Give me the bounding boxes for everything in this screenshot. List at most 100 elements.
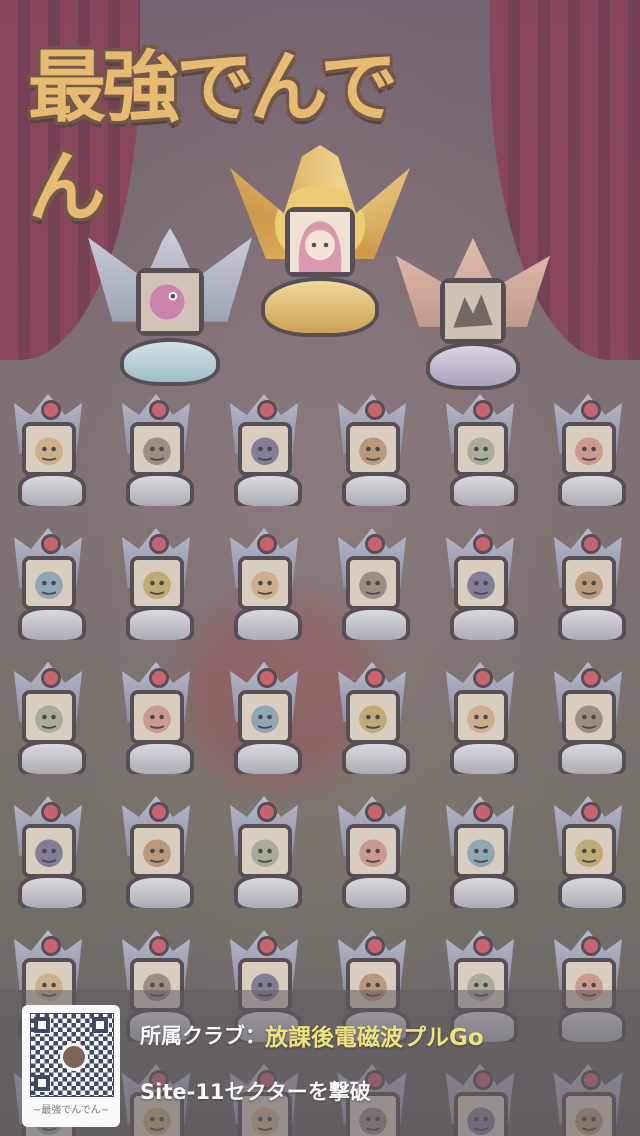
- trophy-frame: [346, 690, 400, 744]
- pink-dinosaur-portrait: [141, 273, 199, 331]
- trophy-slot[interactable]: [116, 528, 196, 640]
- trophy-frame: [22, 690, 76, 744]
- trophy-frame: [238, 556, 292, 610]
- golden-warrior-portrait: [242, 828, 288, 874]
- trophy-frame: [346, 824, 400, 878]
- trophy-stand: [342, 874, 410, 908]
- trophy-gem: [41, 936, 61, 956]
- podium-silver[interactable]: [88, 228, 252, 386]
- trophy-stand: [450, 472, 518, 506]
- trophy-gem: [149, 936, 169, 956]
- yellow-lizard-portrait: [566, 694, 612, 740]
- trophy-slot[interactable]: [440, 662, 520, 774]
- trophy-frame: [130, 556, 184, 610]
- qr-corner-marker: [34, 1075, 50, 1091]
- trophy-gem: [581, 400, 601, 420]
- qr-corner-marker: [34, 1017, 50, 1033]
- trophy-frame: [454, 690, 508, 744]
- trophy-frame: [346, 556, 400, 610]
- trophy-slot[interactable]: [224, 528, 304, 640]
- trophy-frame: [22, 422, 76, 476]
- achievement-text: Site-11セクターを撃破: [140, 1080, 371, 1104]
- trophy-stand: [126, 740, 194, 774]
- trophy-stand: [558, 606, 626, 640]
- blue-dragon-portrait: [458, 828, 504, 874]
- trophy-frame: [454, 422, 508, 476]
- trophy-gem: [365, 534, 385, 554]
- trophy-slot[interactable]: [548, 394, 628, 506]
- curly-haired-girl-portrait: [350, 560, 396, 606]
- trophy-frame: [562, 556, 616, 610]
- trophy-frame: [238, 690, 292, 744]
- trophy-slot[interactable]: [332, 394, 412, 506]
- trophy-slot[interactable]: [332, 796, 412, 908]
- trophy-slot[interactable]: [332, 662, 412, 774]
- qr-center-logo: [60, 1043, 88, 1071]
- blue-orb-portrait: [566, 426, 612, 472]
- trophy-slot[interactable]: [548, 528, 628, 640]
- trophy-slot[interactable]: [224, 394, 304, 506]
- trophy-frame: [22, 556, 76, 610]
- spaceship-portrait: [350, 426, 396, 472]
- trophy-slot[interactable]: [8, 662, 88, 774]
- podium-base: [426, 342, 520, 390]
- trophy-frame: [454, 824, 508, 878]
- trophy-gem: [257, 400, 277, 420]
- trophy-stand: [342, 472, 410, 506]
- trophy-gem: [365, 802, 385, 822]
- blonde-girl-portrait: [566, 560, 612, 606]
- trophy-frame: [22, 824, 76, 878]
- trophy-gem: [473, 936, 493, 956]
- angry-man-portrait: [26, 828, 72, 874]
- podium-frame: [285, 207, 355, 277]
- trophy-gem: [473, 400, 493, 420]
- trophy-stand: [234, 472, 302, 506]
- qr-code[interactable]: ~最強でんでん~: [22, 1005, 120, 1127]
- podium-gold[interactable]: [230, 145, 410, 337]
- qr-caption: ~最強でんでん~: [32, 1105, 110, 1116]
- trophy-slot[interactable]: [8, 394, 88, 506]
- orange-blob-portrait: [566, 828, 612, 874]
- trophy-frame: [238, 422, 292, 476]
- trophy-slot[interactable]: [332, 528, 412, 640]
- trophy-slot[interactable]: [440, 796, 520, 908]
- trophy-gem: [41, 668, 61, 688]
- purple-wizard-portrait: [134, 694, 180, 740]
- trophy-slot[interactable]: [116, 796, 196, 908]
- dark-creature-portrait: [445, 283, 501, 339]
- podium-bronze[interactable]: [396, 238, 550, 390]
- trophy-gem: [149, 802, 169, 822]
- white-robot-portrait: [350, 828, 396, 874]
- trophy-frame: [562, 422, 616, 476]
- trophy-stand: [450, 740, 518, 774]
- game-logo: 最強でんでん: [28, 43, 398, 233]
- trophy-slot[interactable]: [8, 796, 88, 908]
- trophy-gem: [41, 802, 61, 822]
- dark-creature-portrait: [458, 694, 504, 740]
- trophy-slot[interactable]: [440, 394, 520, 506]
- trophy-stand: [234, 874, 302, 908]
- trophy-stand: [342, 606, 410, 640]
- trophy-slot[interactable]: [548, 796, 628, 908]
- trophy-frame: [130, 422, 184, 476]
- trophy-stand: [18, 472, 86, 506]
- trophy-slot[interactable]: [224, 662, 304, 774]
- trophy-slot[interactable]: [8, 528, 88, 640]
- trophy-stand: [558, 472, 626, 506]
- trophy-slot[interactable]: [116, 662, 196, 774]
- trophy-slot[interactable]: [224, 796, 304, 908]
- trophy-gem: [581, 668, 601, 688]
- trophy-gem: [365, 936, 385, 956]
- trophy-slot[interactable]: [548, 662, 628, 774]
- trophy-frame: [562, 824, 616, 878]
- trophy-stand: [18, 874, 86, 908]
- trophy-frame: [562, 690, 616, 744]
- trophy-frame: [346, 422, 400, 476]
- trophy-stand: [18, 740, 86, 774]
- trophy-slot[interactable]: [440, 528, 520, 640]
- trophy-gem: [473, 802, 493, 822]
- trophy-gem: [365, 400, 385, 420]
- trophy-frame: [238, 824, 292, 878]
- trophy-slot[interactable]: [116, 394, 196, 506]
- trophy-frame: [454, 556, 508, 610]
